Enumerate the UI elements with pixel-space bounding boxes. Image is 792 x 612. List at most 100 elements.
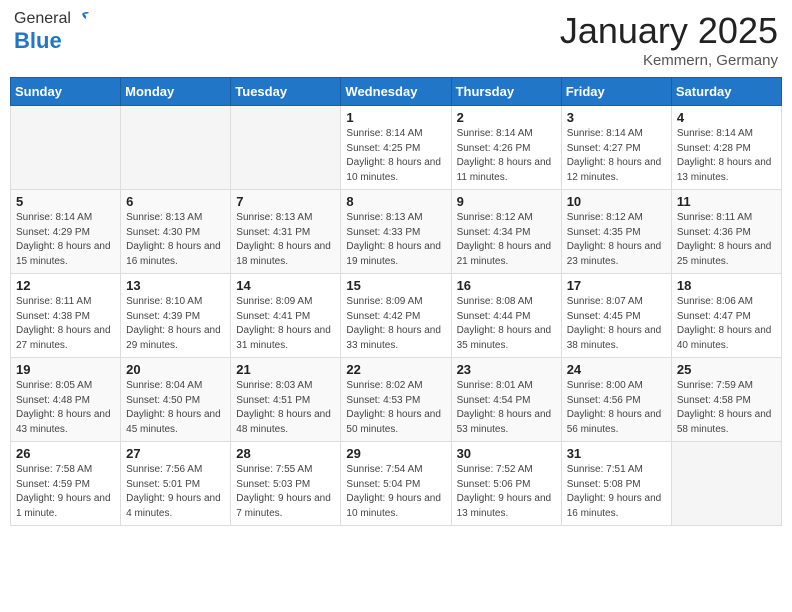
day-number: 1	[346, 110, 445, 125]
calendar-cell: 7 Sunrise: 8:13 AM Sunset: 4:31 PM Daylig…	[231, 190, 341, 274]
calendar-week-row: 19 Sunrise: 8:05 AM Sunset: 4:48 PM Dayli…	[11, 358, 782, 442]
calendar-cell: 13 Sunrise: 8:10 AM Sunset: 4:39 PM Dayli…	[121, 274, 231, 358]
day-info: Sunrise: 8:13 AM Sunset: 4:31 PM Dayligh…	[236, 211, 335, 269]
day-number: 9	[457, 194, 556, 209]
calendar-cell: 16Sunrise: 8:08 AM Sunset: 4:44 PM Dayli…	[451, 274, 561, 358]
calendar-day-header: Friday	[561, 78, 671, 106]
calendar-cell: 19 Sunrise: 8:05 AM Sunset: 4:48 PM Dayli…	[11, 358, 121, 442]
day-info: Sunrise: 8:09 AM Sunset: 4:42 PM Dayligh…	[346, 295, 445, 353]
day-number: 26	[16, 446, 115, 461]
day-number: 19	[16, 362, 115, 377]
title-block: January 2025 Kemmern, Germany	[560, 10, 778, 69]
calendar-cell: 20 Sunrise: 8:04 AM Sunset: 4:50 PM Dayli…	[121, 358, 231, 442]
logo-bird-icon	[73, 10, 91, 28]
day-number: 23	[457, 362, 556, 377]
calendar-cell: 12Sunrise: 8:11 AM Sunset: 4:38 PM Dayli…	[11, 274, 121, 358]
day-info: Sunrise: 8:10 AM Sunset: 4:39 PM Dayligh…	[126, 295, 225, 353]
day-info: Sunrise: 7:52 AM Sunset: 5:06 PM Dayligh…	[457, 463, 556, 521]
day-info: Sunrise: 8:14 AM Sunset: 4:29 PM Dayligh…	[16, 211, 115, 269]
day-number: 5	[16, 194, 115, 209]
calendar-cell: 23 Sunrise: 8:01 AM Sunset: 4:54 PM Dayli…	[451, 358, 561, 442]
calendar-cell: 29Sunrise: 7:54 AM Sunset: 5:04 PM Dayli…	[341, 442, 451, 526]
day-number: 8	[346, 194, 445, 209]
calendar-table: SundayMondayTuesdayWednesdayThursdayFrid…	[10, 77, 782, 526]
day-number: 13	[126, 278, 225, 293]
day-info: Sunrise: 8:13 AM Sunset: 4:33 PM Dayligh…	[346, 211, 445, 269]
calendar-cell: 10 Sunrise: 8:12 AM Sunset: 4:35 PM Dayli…	[561, 190, 671, 274]
calendar-cell: 9 Sunrise: 8:12 AM Sunset: 4:34 PM Daylig…	[451, 190, 561, 274]
calendar-cell: 3 Sunrise: 8:14 AM Sunset: 4:27 PM Daylig…	[561, 106, 671, 190]
calendar-week-row: 1 Sunrise: 8:14 AM Sunset: 4:25 PM Daylig…	[11, 106, 782, 190]
day-info: Sunrise: 8:13 AM Sunset: 4:30 PM Dayligh…	[126, 211, 225, 269]
day-info: Sunrise: 8:02 AM Sunset: 4:53 PM Dayligh…	[346, 379, 445, 437]
day-info: Sunrise: 8:05 AM Sunset: 4:48 PM Dayligh…	[16, 379, 115, 437]
day-info: Sunrise: 8:11 AM Sunset: 4:36 PM Dayligh…	[677, 211, 776, 269]
day-info: Sunrise: 8:12 AM Sunset: 4:34 PM Dayligh…	[457, 211, 556, 269]
day-info: Sunrise: 8:01 AM Sunset: 4:54 PM Dayligh…	[457, 379, 556, 437]
calendar-week-row: 26 Sunrise: 7:58 AM Sunset: 4:59 PM Dayli…	[11, 442, 782, 526]
day-info: Sunrise: 7:55 AM Sunset: 5:03 PM Dayligh…	[236, 463, 335, 521]
calendar-cell	[121, 106, 231, 190]
calendar-cell	[11, 106, 121, 190]
calendar-day-header: Thursday	[451, 78, 561, 106]
location: Kemmern, Germany	[560, 52, 778, 69]
day-info: Sunrise: 8:11 AM Sunset: 4:38 PM Dayligh…	[16, 295, 115, 353]
day-info: Sunrise: 8:14 AM Sunset: 4:26 PM Dayligh…	[457, 127, 556, 185]
day-number: 21	[236, 362, 335, 377]
calendar-cell: 21Sunrise: 8:03 AM Sunset: 4:51 PM Dayli…	[231, 358, 341, 442]
month-title: January 2025	[560, 10, 778, 52]
calendar-cell: 6 Sunrise: 8:13 AM Sunset: 4:30 PM Daylig…	[121, 190, 231, 274]
calendar-cell: 22 Sunrise: 8:02 AM Sunset: 4:53 PM Dayli…	[341, 358, 451, 442]
day-number: 27	[126, 446, 225, 461]
calendar-cell: 26 Sunrise: 7:58 AM Sunset: 4:59 PM Dayli…	[11, 442, 121, 526]
day-number: 3	[567, 110, 666, 125]
calendar-week-row: 12Sunrise: 8:11 AM Sunset: 4:38 PM Dayli…	[11, 274, 782, 358]
day-number: 22	[346, 362, 445, 377]
calendar-cell: 24 Sunrise: 8:00 AM Sunset: 4:56 PM Dayli…	[561, 358, 671, 442]
calendar-cell: 27Sunrise: 7:56 AM Sunset: 5:01 PM Dayli…	[121, 442, 231, 526]
day-info: Sunrise: 8:06 AM Sunset: 4:47 PM Dayligh…	[677, 295, 776, 353]
day-number: 2	[457, 110, 556, 125]
day-number: 7	[236, 194, 335, 209]
day-info: Sunrise: 8:09 AM Sunset: 4:41 PM Dayligh…	[236, 295, 335, 353]
day-number: 24	[567, 362, 666, 377]
day-info: Sunrise: 7:51 AM Sunset: 5:08 PM Dayligh…	[567, 463, 666, 521]
calendar-cell: 15Sunrise: 8:09 AM Sunset: 4:42 PM Dayli…	[341, 274, 451, 358]
calendar-day-header: Monday	[121, 78, 231, 106]
calendar-body: 1 Sunrise: 8:14 AM Sunset: 4:25 PM Daylig…	[11, 106, 782, 526]
day-number: 20	[126, 362, 225, 377]
day-info: Sunrise: 7:58 AM Sunset: 4:59 PM Dayligh…	[16, 463, 115, 521]
day-number: 18	[677, 278, 776, 293]
calendar-cell: 1 Sunrise: 8:14 AM Sunset: 4:25 PM Daylig…	[341, 106, 451, 190]
calendar-cell	[231, 106, 341, 190]
calendar-cell: 17 Sunrise: 8:07 AM Sunset: 4:45 PM Dayli…	[561, 274, 671, 358]
calendar-week-row: 5 Sunrise: 8:14 AM Sunset: 4:29 PM Daylig…	[11, 190, 782, 274]
day-info: Sunrise: 8:14 AM Sunset: 4:27 PM Dayligh…	[567, 127, 666, 185]
day-info: Sunrise: 8:07 AM Sunset: 4:45 PM Dayligh…	[567, 295, 666, 353]
calendar-cell: 14Sunrise: 8:09 AM Sunset: 4:41 PM Dayli…	[231, 274, 341, 358]
day-info: Sunrise: 8:00 AM Sunset: 4:56 PM Dayligh…	[567, 379, 666, 437]
calendar-cell: 8 Sunrise: 8:13 AM Sunset: 4:33 PM Daylig…	[341, 190, 451, 274]
day-number: 17	[567, 278, 666, 293]
page-header: General Blue January 2025 Kemmern, Germa…	[10, 10, 782, 69]
day-info: Sunrise: 8:04 AM Sunset: 4:50 PM Dayligh…	[126, 379, 225, 437]
day-number: 10	[567, 194, 666, 209]
calendar-day-header: Saturday	[671, 78, 781, 106]
calendar-cell: 2 Sunrise: 8:14 AM Sunset: 4:26 PM Daylig…	[451, 106, 561, 190]
day-number: 4	[677, 110, 776, 125]
day-info: Sunrise: 8:12 AM Sunset: 4:35 PM Dayligh…	[567, 211, 666, 269]
calendar-cell: 5 Sunrise: 8:14 AM Sunset: 4:29 PM Daylig…	[11, 190, 121, 274]
calendar-cell: 28 Sunrise: 7:55 AM Sunset: 5:03 PM Dayli…	[231, 442, 341, 526]
day-number: 30	[457, 446, 556, 461]
calendar-cell: 25Sunrise: 7:59 AM Sunset: 4:58 PM Dayli…	[671, 358, 781, 442]
day-info: Sunrise: 8:14 AM Sunset: 4:28 PM Dayligh…	[677, 127, 776, 185]
day-number: 28	[236, 446, 335, 461]
day-info: Sunrise: 8:14 AM Sunset: 4:25 PM Dayligh…	[346, 127, 445, 185]
day-info: Sunrise: 8:08 AM Sunset: 4:44 PM Dayligh…	[457, 295, 556, 353]
logo: General Blue	[14, 10, 91, 54]
logo-blue-text: Blue	[14, 28, 62, 54]
calendar-cell: 31Sunrise: 7:51 AM Sunset: 5:08 PM Dayli…	[561, 442, 671, 526]
day-number: 6	[126, 194, 225, 209]
day-number: 29	[346, 446, 445, 461]
calendar-cell: 4 Sunrise: 8:14 AM Sunset: 4:28 PM Daylig…	[671, 106, 781, 190]
